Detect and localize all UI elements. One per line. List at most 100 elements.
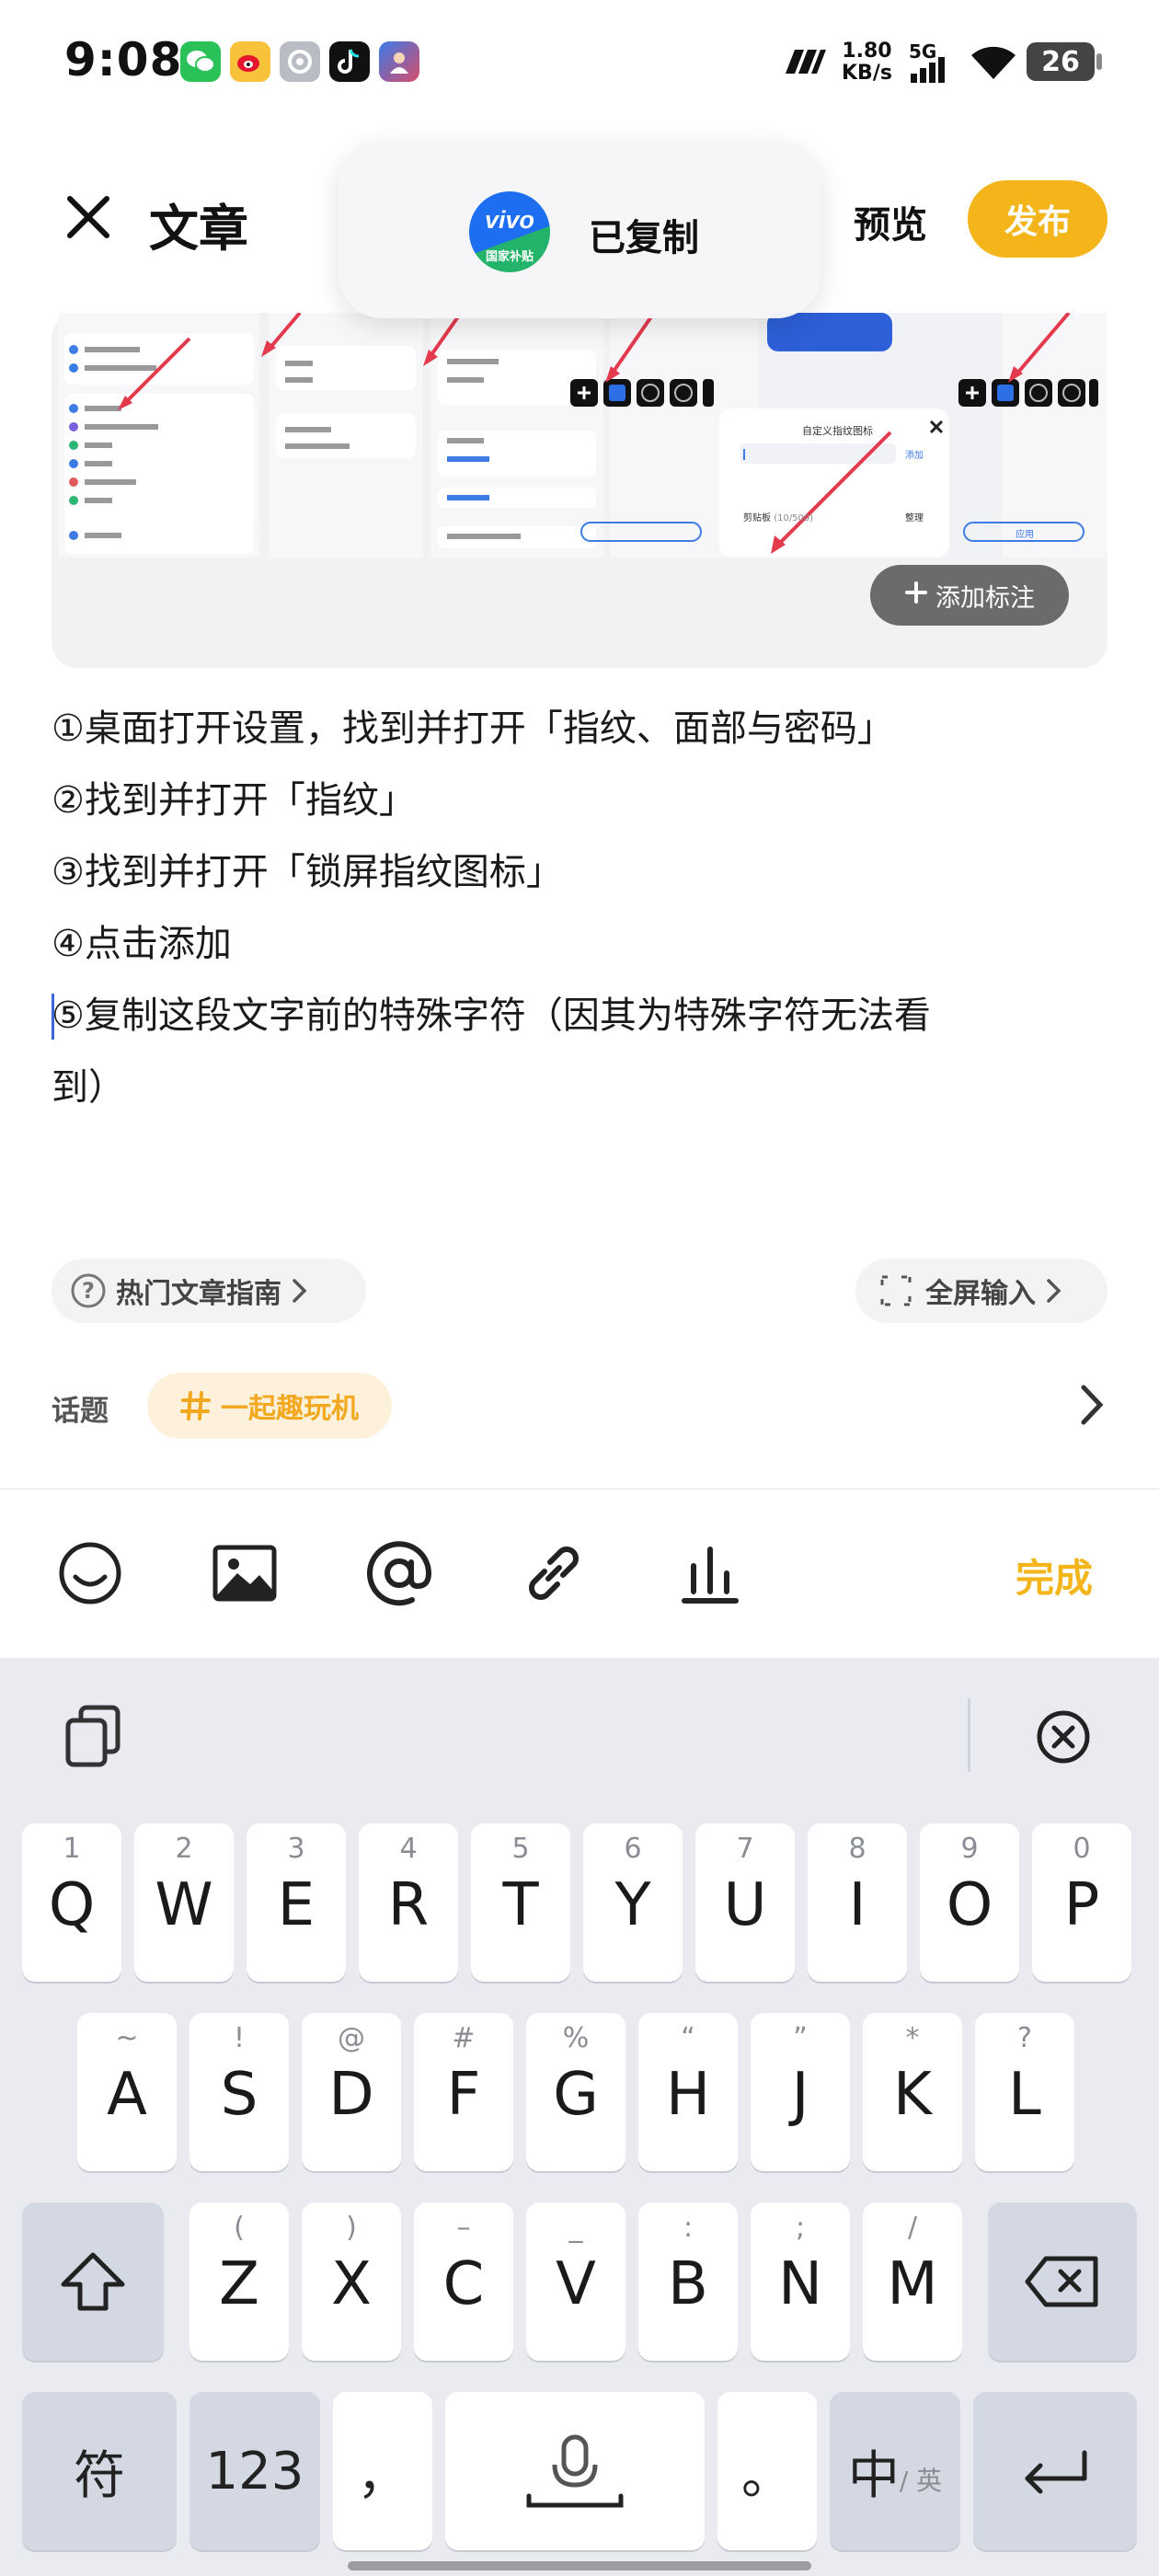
symbols-key[interactable]: 符 (22, 2392, 177, 2550)
key-x[interactable]: ) X (302, 2202, 401, 2361)
hd-network-icon (780, 46, 828, 81)
screenshot-clipboard-label: 剪贴板 (10/500) (743, 510, 813, 523)
copied-toast: vivo 国家补贴 已复制 (339, 142, 820, 318)
article-line[interactable]: ⑤复制这段文字前的特殊字符（因其为特殊字符无法看 (52, 994, 931, 1038)
comma-label: ， (357, 2445, 408, 2506)
cellular-signal-icon (911, 57, 947, 86)
comma-key[interactable]: ， (333, 2392, 432, 2550)
key-hint: ! (233, 2022, 246, 2054)
key-o[interactable]: 9O (920, 1823, 1019, 1982)
key-n[interactable]: ; N (751, 2202, 850, 2361)
vivo-logo-subtext: 国家补贴 (485, 250, 534, 264)
key-v[interactable]: _ V (526, 2202, 625, 2361)
close-icon[interactable] (61, 190, 116, 245)
backspace-key[interactable] (988, 2202, 1137, 2361)
key-b[interactable]: :B (638, 2202, 738, 2361)
key-g[interactable]: % G (526, 2013, 625, 2171)
fullscreen-input-chip[interactable]: 全屏输入 (855, 1259, 1107, 1323)
clipboard-icon[interactable] (61, 1702, 125, 1770)
add-note-button[interactable]: 添加标注 (870, 565, 1069, 626)
publish-button[interactable]: 发布 (968, 180, 1107, 258)
key-t[interactable]: 5T (471, 1823, 570, 1982)
language-switch-label: 中 / 英 (830, 2392, 960, 2550)
preview-button[interactable]: 预览 (854, 195, 927, 248)
enter-key[interactable] (973, 2392, 1137, 2550)
key-m[interactable]: / M (863, 2202, 962, 2361)
plus-icon (904, 581, 928, 611)
key-u[interactable]: 7U (695, 1823, 795, 1982)
mention-icon[interactable] (362, 1536, 436, 1610)
key-l[interactable]: ? L (975, 2013, 1074, 2171)
key-label: L (1008, 2061, 1041, 2129)
key-d[interactable]: @ D (302, 2013, 401, 2171)
image-icon[interactable] (208, 1536, 281, 1610)
topic-chevron-right-icon[interactable] (1074, 1382, 1111, 1428)
key-c[interactable]: – C (414, 2202, 513, 2361)
key-label: F (446, 2061, 481, 2129)
key-label: O (946, 1871, 993, 1939)
article-line[interactable]: ②找到并打开「指纹」 (52, 778, 416, 822)
key-f[interactable]: # F (414, 2013, 513, 2171)
embedded-screenshot: 自定义指纹图标 添加 剪贴板 (10/500) 整理 应用 (52, 313, 1107, 558)
screenshot-dialog-title: 自定义指纹图标 (802, 425, 873, 437)
key-p[interactable]: 0P (1032, 1823, 1131, 1982)
wifi-icon (968, 42, 1019, 85)
link-icon[interactable] (517, 1536, 591, 1610)
key-label: Y (614, 1871, 651, 1939)
net-speed-value: 1.80 (842, 40, 892, 63)
home-indicator[interactable] (348, 2561, 811, 2570)
key-label: R (387, 1871, 430, 1939)
key-a[interactable]: ~ A (77, 2013, 177, 2171)
period-label: 。 (741, 2445, 793, 2506)
toast-message: 已复制 (589, 217, 699, 259)
symbols-label: 符 (74, 2445, 125, 2506)
key-hint: * (905, 2022, 920, 2054)
article-line[interactable]: ①桌面打开设置，找到并打开「指纹、面部与密码」 (52, 707, 894, 751)
hashtag-icon (180, 1390, 212, 1421)
vivo-logo: vivo 国家补贴 (469, 191, 550, 272)
key-i[interactable]: 8I (808, 1823, 907, 1982)
article-line[interactable]: ④点击添加 (52, 922, 232, 966)
shift-key[interactable] (22, 2202, 164, 2361)
status-bar: 9:08 1.80 KB/s 5G 26 (0, 0, 1159, 129)
close-keyboard-icon[interactable] (1036, 1709, 1091, 1765)
key-k[interactable]: * K (863, 2013, 962, 2171)
key-hint: 4 (399, 1833, 418, 1865)
key-j[interactable]: ” J (751, 2013, 850, 2171)
page-title: 文章 (149, 200, 248, 258)
period-key[interactable]: 。 (717, 2392, 817, 2550)
key-y[interactable]: 6Y (583, 1823, 683, 1982)
hot-guide-chip[interactable]: ? 热门文章指南 (52, 1259, 366, 1323)
key-hint: ( (234, 2212, 245, 2244)
key-hint: 7 (736, 1833, 754, 1865)
key-e[interactable]: 3E (247, 1823, 346, 1982)
key-label: M (887, 2250, 938, 2318)
key-hint: “ (681, 2022, 695, 2054)
key-hint: 6 (624, 1833, 642, 1865)
key-hint: 3 (287, 1833, 305, 1865)
key-h[interactable]: “H (638, 2013, 738, 2171)
key-label: I (848, 1871, 866, 1939)
space-key[interactable] (445, 2392, 705, 2550)
chart-icon[interactable] (673, 1536, 747, 1610)
article-line[interactable]: ③找到并打开「锁屏指纹图标」 (52, 850, 563, 894)
topic-chip[interactable]: 一起趣玩机 (147, 1373, 392, 1439)
vivo-logo-text: vivo (484, 206, 535, 234)
screenshot-confirm-label: 应用 (1016, 530, 1034, 540)
key-r[interactable]: 4R (359, 1823, 458, 1982)
numbers-key[interactable]: 123 (189, 2392, 320, 2550)
key-z[interactable]: (Z (189, 2202, 289, 2361)
language-switch-key[interactable]: 中 / 英 (830, 2392, 960, 2550)
done-button[interactable]: 完成 (1016, 1547, 1093, 1604)
fullscreen-input-label: 全屏输入 (925, 1278, 1036, 1310)
key-hint: ” (793, 2022, 808, 2054)
weibo-icon (230, 41, 270, 82)
key-q[interactable]: 1Q (22, 1823, 121, 1982)
key-label: S (220, 2061, 258, 2129)
key-label: K (893, 2061, 932, 2129)
emoji-icon[interactable] (53, 1536, 127, 1610)
key-hint: 1 (63, 1833, 81, 1865)
key-s[interactable]: ! S (189, 2013, 289, 2171)
key-w[interactable]: 2W (134, 1823, 234, 1982)
article-line[interactable]: 到） (52, 1065, 125, 1110)
